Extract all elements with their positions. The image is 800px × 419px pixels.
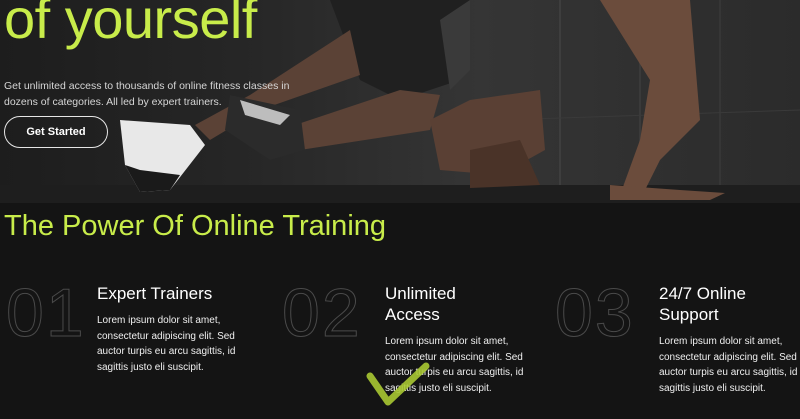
feature-text: Lorem ipsum dolor sit amet, consectetur … xyxy=(97,315,236,373)
hero-section: of yourself Get unlimited access to thou… xyxy=(0,0,800,203)
feature-number: 01 xyxy=(6,275,86,351)
feature-number: 02 xyxy=(282,275,362,351)
feature-title: Expert Trainers xyxy=(97,284,213,303)
feature-card-online-support: 03 24/7 Online Support Lorem ipsum dolor… xyxy=(555,277,800,419)
feature-title: Unlimited Access xyxy=(385,284,456,324)
feature-number: 03 xyxy=(555,275,635,351)
get-started-button[interactable]: Get Started xyxy=(4,116,108,148)
checkmark-icon xyxy=(366,362,430,406)
hero-description: Get unlimited access to thousands of onl… xyxy=(4,80,290,108)
feature-text: Lorem ipsum dolor sit amet, consectetur … xyxy=(659,336,798,394)
section-title: The Power Of Online Training xyxy=(4,210,387,242)
feature-card-expert-trainers: 01 Expert Trainers Lorem ipsum dolor sit… xyxy=(6,277,276,419)
hero-title: of yourself xyxy=(4,0,257,50)
feature-title: 24/7 Online Support xyxy=(659,284,746,324)
